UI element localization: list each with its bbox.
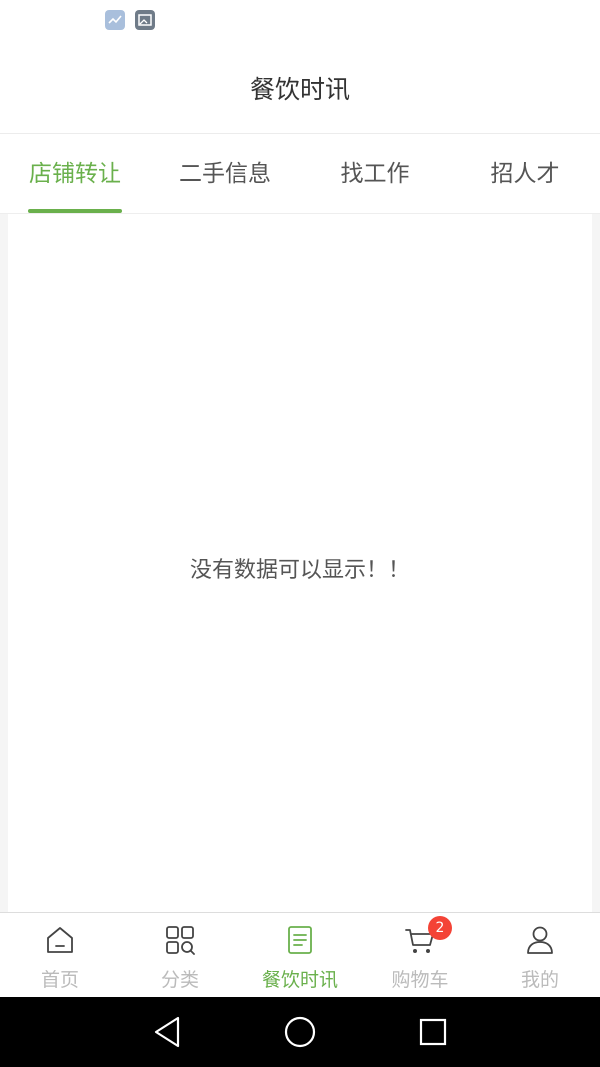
nav-label: 餐饮时讯	[261, 969, 338, 991]
empty-state-message: 没有数据可以显示！！	[189, 558, 410, 583]
cart-badge: 2	[428, 916, 452, 940]
nav-item-news[interactable]: 餐饮时讯	[240, 913, 360, 998]
user-icon	[527, 926, 553, 954]
recent-apps-icon[interactable]	[413, 1012, 453, 1052]
home-icon	[47, 927, 73, 953]
back-icon[interactable]	[148, 1012, 188, 1052]
nav-item-profile[interactable]: 我的	[480, 913, 600, 998]
bottom-nav: 首页 分类 餐饮时讯 2 购物车 我的	[0, 912, 600, 997]
app-header: 餐饮时讯	[0, 40, 600, 134]
news-icon	[288, 926, 312, 954]
nav-label: 我的	[520, 969, 559, 991]
page-title: 餐饮时讯	[249, 75, 350, 104]
tab-find-job[interactable]: 找工作	[300, 134, 450, 214]
category-icon	[166, 926, 195, 955]
gallery-notification-icon	[105, 10, 125, 30]
tab-recruit[interactable]: 招人才	[450, 134, 600, 214]
nav-item-category[interactable]: 分类	[120, 913, 240, 998]
tab-shop-transfer[interactable]: 店铺转让	[0, 134, 150, 214]
nav-label: 分类	[160, 969, 199, 991]
system-nav-bar	[0, 997, 600, 1067]
content-list: 没有数据可以显示！！	[8, 214, 592, 912]
nav-label: 首页	[40, 969, 79, 991]
home-circle-icon[interactable]	[280, 1012, 320, 1052]
nav-item-home[interactable]: 首页	[0, 913, 120, 998]
app-screen: 餐饮时讯 店铺转让 二手信息 找工作 招人才 没有数据可以显示！！ 首页 分类 …	[0, 0, 600, 1067]
nav-label: 购物车	[391, 969, 449, 991]
active-tab-indicator	[28, 209, 122, 213]
status-bar	[0, 0, 600, 40]
category-tabs: 店铺转让 二手信息 找工作 招人才	[0, 134, 600, 214]
tab-second-hand[interactable]: 二手信息	[150, 134, 300, 214]
nav-item-cart[interactable]: 2 购物车	[360, 913, 480, 998]
image-notification-icon	[135, 10, 155, 30]
